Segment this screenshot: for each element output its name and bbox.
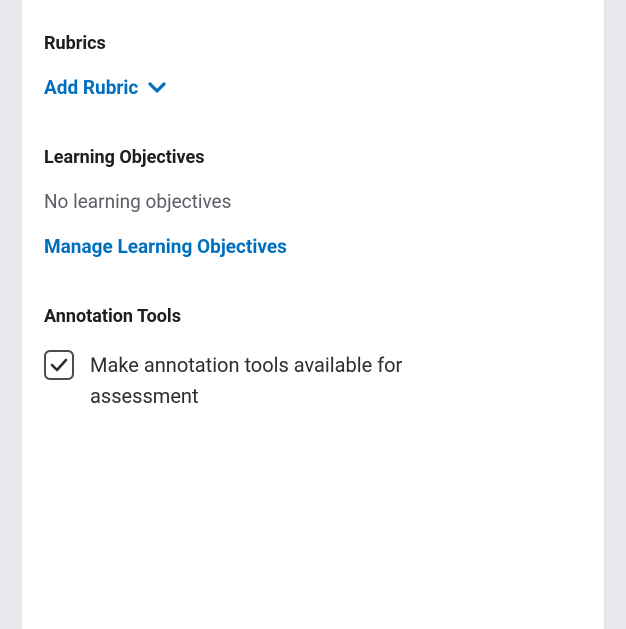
evaluation-feedback-panel: Evaluation & Feedback Rubrics Add Rubric… <box>22 0 604 629</box>
annotation-checkbox-row: Make annotation tools available for asse… <box>44 349 570 412</box>
annotation-checkbox-label[interactable]: Make annotation tools available for asse… <box>90 349 450 412</box>
rubrics-heading: Rubrics <box>44 33 570 54</box>
annotation-checkbox[interactable] <box>44 350 74 380</box>
rubrics-section: Rubrics Add Rubric <box>44 33 570 99</box>
learning-objectives-heading: Learning Objectives <box>44 147 570 168</box>
add-rubric-label: Add Rubric <box>44 76 138 99</box>
manage-learning-objectives-link[interactable]: Manage Learning Objectives <box>44 235 287 258</box>
learning-objectives-empty: No learning objectives <box>44 190 570 213</box>
add-rubric-button[interactable]: Add Rubric <box>44 76 166 99</box>
learning-objectives-section: Learning Objectives No learning objectiv… <box>44 147 570 258</box>
scroll-container[interactable]: Evaluation & Feedback Rubrics Add Rubric… <box>0 0 626 629</box>
chevron-down-icon <box>148 82 166 94</box>
annotation-tools-heading: Annotation Tools <box>44 306 570 327</box>
annotation-tools-section: Annotation Tools Make annotation tools a… <box>44 306 570 412</box>
